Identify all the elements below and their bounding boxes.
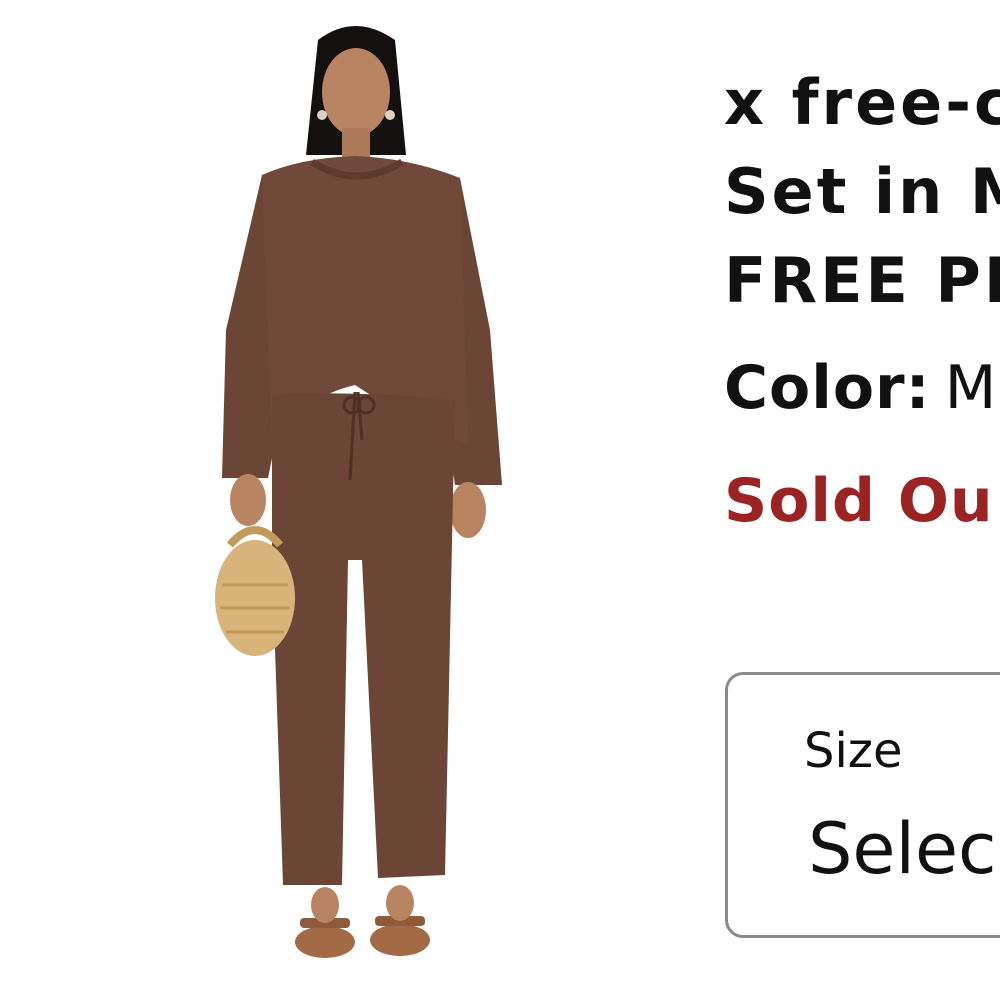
product-title-line: x free-c [724, 66, 1000, 139]
size-select[interactable]: Size Selec [725, 672, 1000, 938]
product-title: x free-c Set in M FREE PE [724, 58, 1000, 325]
right-sandal [370, 924, 430, 956]
face [322, 48, 390, 136]
product-title-line: FREE PE [724, 244, 1000, 317]
product-info-panel: x free-c Set in M FREE PE Color:M Sold O… [722, 0, 1000, 1000]
model-photo-illustration [215, 26, 502, 958]
size-select-value: Selec [808, 808, 997, 890]
neck [342, 128, 370, 160]
size-select-label: Size [804, 723, 903, 779]
pants [272, 393, 455, 885]
color-label: Color: [724, 353, 931, 423]
sold-out-status: Sold Ou [724, 466, 994, 536]
product-photo[interactable] [0, 0, 700, 1000]
product-title-line: Set in M [724, 155, 1000, 228]
color-row: Color: M [724, 352, 997, 424]
color-value: M [944, 353, 998, 423]
left-sandal [295, 926, 355, 958]
woven-bag [215, 540, 295, 656]
